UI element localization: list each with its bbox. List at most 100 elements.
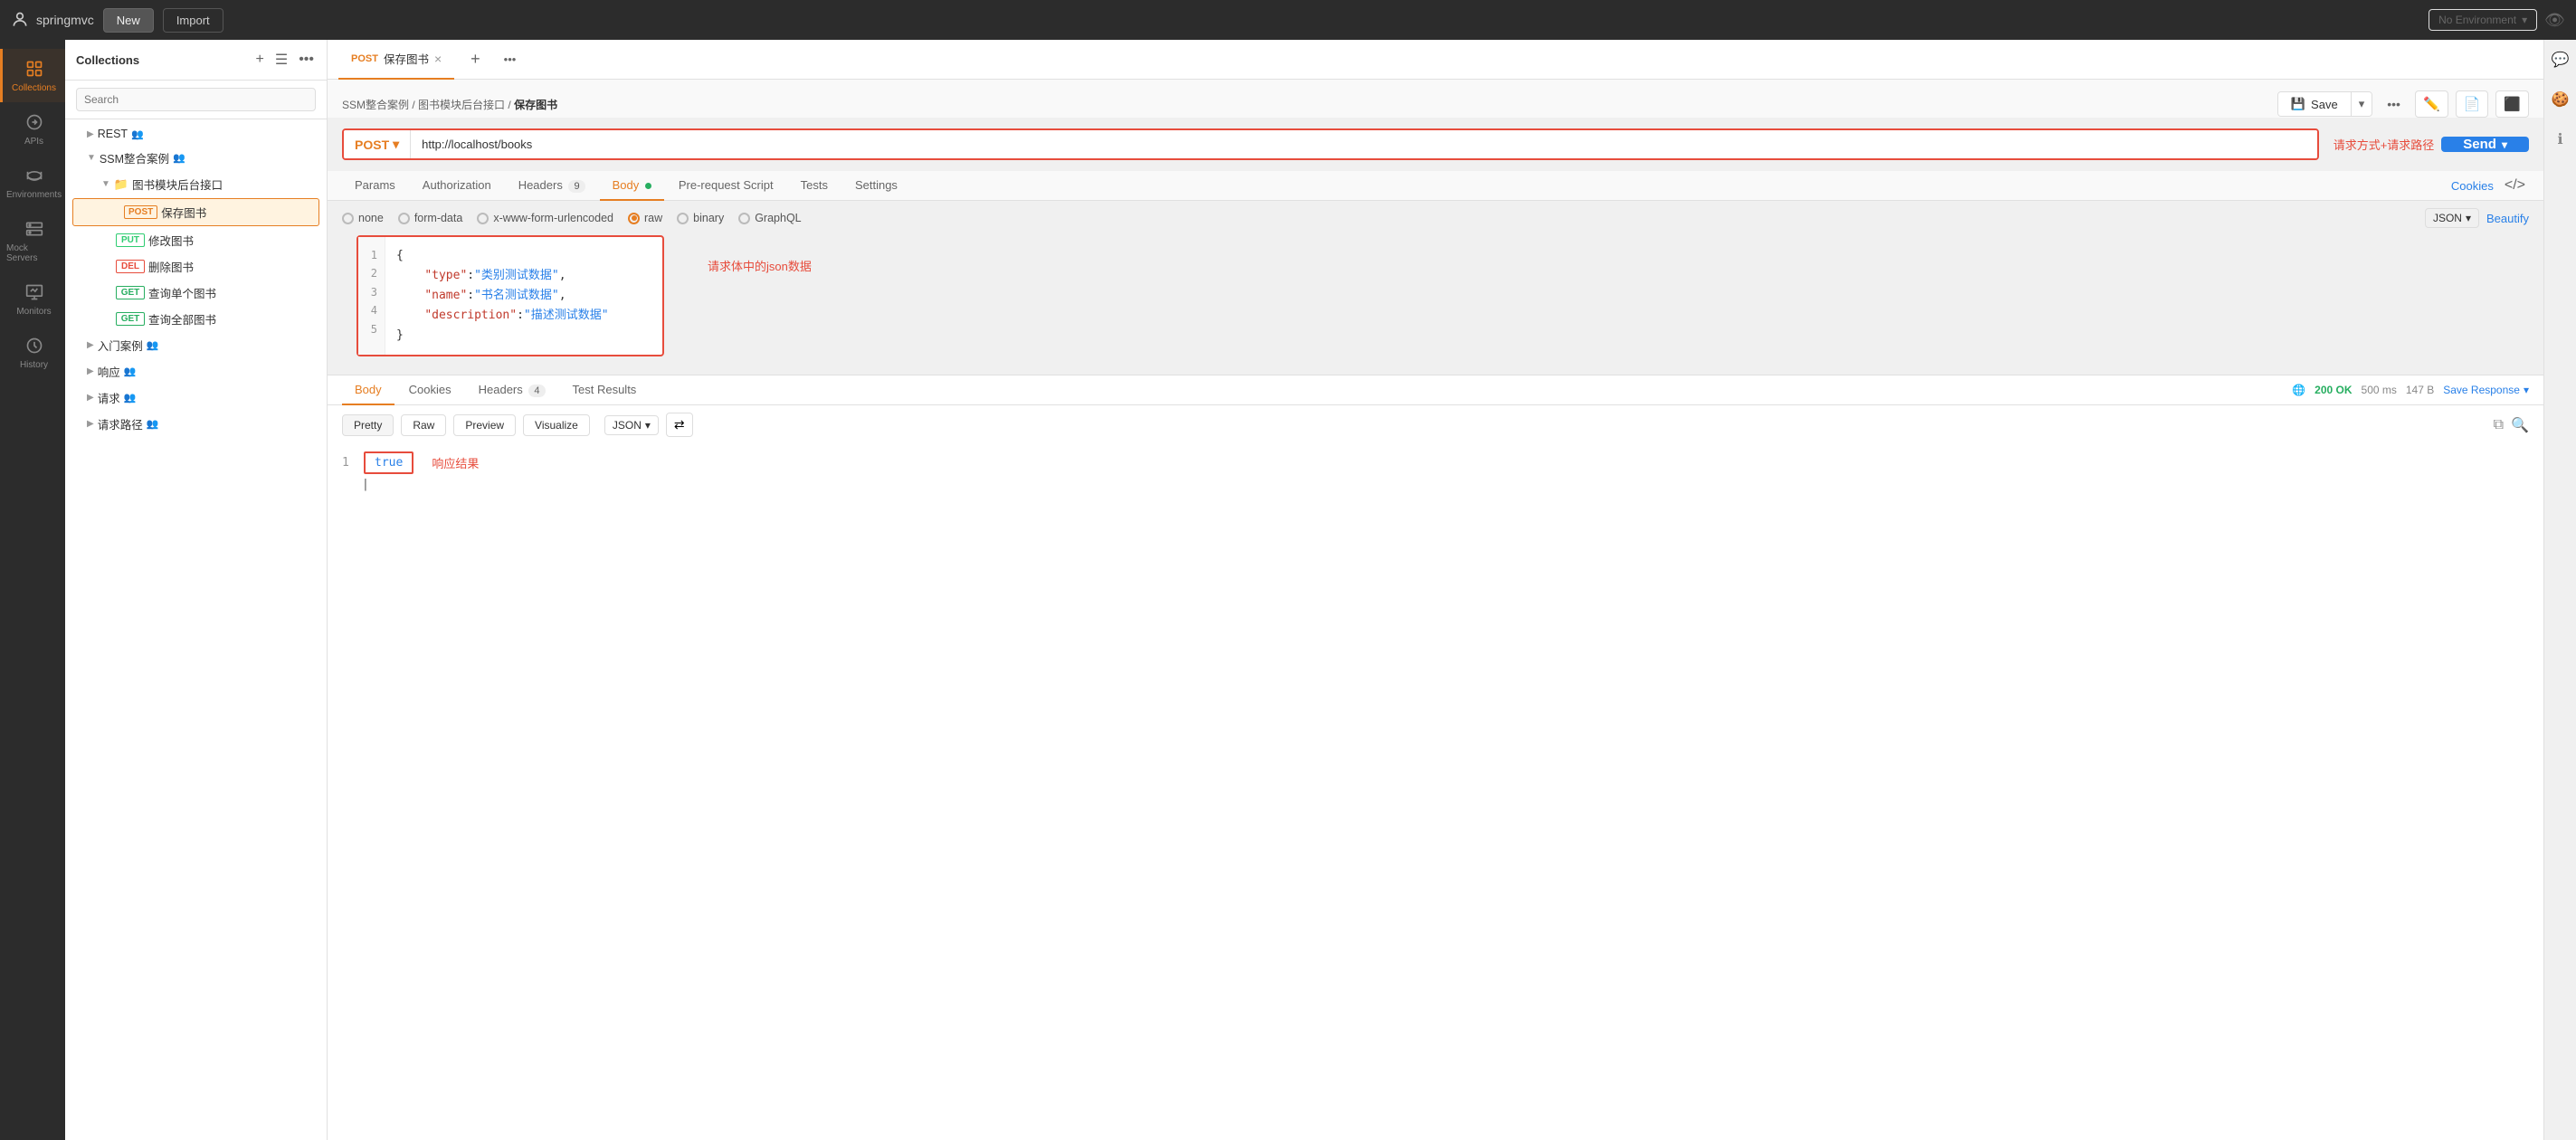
resp-status-area: 🌐 200 OK 500 ms 147 B Save Response ▾ xyxy=(2292,384,2529,396)
sidebar-toggle-icon-button[interactable]: ⬛ xyxy=(2495,90,2529,118)
resp-pretty-btn[interactable]: Pretty xyxy=(342,414,394,436)
resp-json-select[interactable]: JSON ▾ xyxy=(604,415,659,435)
radio-form-data[interactable]: form-data xyxy=(398,212,463,224)
tree-item-get-book[interactable]: GET 查询单个图书 xyxy=(65,280,327,306)
sidebar-nav: Collections APIs Environments Mock Serve… xyxy=(0,40,65,1140)
tree-item-ssm[interactable]: ▼ SSM整合案例 👥 xyxy=(65,145,327,171)
resp-visualize-btn[interactable]: Visualize xyxy=(523,414,590,436)
tree-item-rest[interactable]: ▶ REST 👥 xyxy=(65,123,327,145)
save-button-group: 💾 Save ▾ xyxy=(2277,91,2372,117)
right-cookie-icon[interactable]: 🍪 xyxy=(2548,87,2573,112)
resp-tab-test-results[interactable]: Test Results xyxy=(560,375,650,405)
tab-headers[interactable]: Headers 9 xyxy=(506,171,598,201)
tab-more-icon[interactable]: ••• xyxy=(497,52,524,66)
add-tab-icon[interactable]: + xyxy=(461,50,490,69)
tree-item-request[interactable]: ▶ 请求 👥 xyxy=(65,385,327,411)
code-view-icon[interactable]: </> xyxy=(2501,174,2529,197)
resp-preview-btn[interactable]: Preview xyxy=(453,414,516,436)
tree-item-edit-book[interactable]: PUT 修改图书 xyxy=(65,227,327,253)
collections-panel: Collections + ☰ ••• ▶ REST 👥 ▼ SSM整合案例 xyxy=(65,40,328,1140)
radio-dot-form-data xyxy=(398,213,410,224)
resp-tab-cookies[interactable]: Cookies xyxy=(396,375,464,405)
resp-raw-btn[interactable]: Raw xyxy=(401,414,446,436)
tab-bar: POST 保存图书 × + ••• xyxy=(328,40,2543,80)
save-dropdown-button[interactable]: ▾ xyxy=(2351,92,2372,116)
body-options: none form-data x-www-form-urlencoded raw xyxy=(328,201,2543,235)
radio-url-encoded[interactable]: x-www-form-urlencoded xyxy=(477,212,613,224)
search-input[interactable] xyxy=(76,88,316,111)
sidebar-item-collections[interactable]: Collections xyxy=(0,49,65,102)
method-value: POST xyxy=(355,138,389,152)
tree-item-response[interactable]: ▶ 响应 👥 xyxy=(65,358,327,385)
filter-icon[interactable]: ☰ xyxy=(273,49,290,71)
resp-time: 500 ms xyxy=(2362,384,2397,396)
method-badge-get1: GET xyxy=(116,286,145,299)
resp-tab-headers[interactable]: Headers 4 xyxy=(466,375,558,405)
method-select[interactable]: POST ▾ xyxy=(344,130,411,158)
docs-icon-button[interactable]: 📄 xyxy=(2456,90,2489,118)
cookies-link[interactable]: Cookies xyxy=(2451,179,2494,193)
tree-item-request-path[interactable]: ▶ 请求路径 👥 xyxy=(65,411,327,437)
tree-item-intro[interactable]: ▶ 入门案例 👥 xyxy=(65,332,327,358)
resp-annotation: 响应结果 xyxy=(432,454,479,471)
resp-search-icon[interactable]: 🔍 xyxy=(2511,416,2529,434)
add-collection-icon[interactable]: + xyxy=(254,50,266,70)
code-editor[interactable]: 1 2 3 4 5 { "type":"类别测试数据", "name":"书名测… xyxy=(356,235,664,356)
resp-fmt-right: ⧉ 🔍 xyxy=(2494,416,2529,434)
tab-authorization[interactable]: Authorization xyxy=(410,171,504,201)
radio-none[interactable]: none xyxy=(342,212,384,224)
tab-body[interactable]: Body xyxy=(600,171,664,201)
user-icon xyxy=(11,11,29,29)
eye-icon[interactable]: 👁 xyxy=(2544,11,2565,30)
radio-dot-none xyxy=(342,213,354,224)
body-opts-right: JSON ▾ Beautify xyxy=(2425,208,2529,228)
save-main-button[interactable]: 💾 Save xyxy=(2278,92,2351,116)
send-button[interactable]: Send ▾ xyxy=(2441,137,2529,152)
main-area: POST 保存图书 × + ••• SSM整合案例 / 图书模块后台接口 / xyxy=(328,40,2543,1140)
tree-item-save-book[interactable]: POST 保存图书 xyxy=(72,198,319,226)
radio-raw[interactable]: raw xyxy=(628,212,662,224)
new-button[interactable]: New xyxy=(103,8,154,33)
tab-settings[interactable]: Settings xyxy=(842,171,910,201)
tab-close-icon[interactable]: × xyxy=(434,52,442,66)
sidebar-item-history[interactable]: History xyxy=(0,326,65,379)
beautify-link[interactable]: Beautify xyxy=(2486,212,2529,225)
sidebar-item-monitors[interactable]: Monitors xyxy=(0,272,65,326)
url-bar: POST ▾ xyxy=(342,128,2319,160)
tree-item-get-all-books[interactable]: GET 查询全部图书 xyxy=(65,306,327,332)
resp-copy-icon[interactable]: ⧉ xyxy=(2494,417,2504,433)
radio-graphql[interactable]: GraphQL xyxy=(738,212,801,224)
url-input[interactable] xyxy=(411,130,2317,158)
tab-tests[interactable]: Tests xyxy=(788,171,841,201)
url-annotation: 请求方式+请求路径 xyxy=(2334,136,2435,153)
more-options-icon[interactable]: ••• xyxy=(297,50,316,70)
body-annotation: 请求体中的json数据 xyxy=(708,257,812,274)
response-code: 1 true 响应结果 | xyxy=(328,444,2543,1140)
radio-dot-binary xyxy=(677,213,689,224)
edit-icon-button[interactable]: ✏️ xyxy=(2415,90,2448,118)
sidebar-item-environments[interactable]: Environments xyxy=(0,156,65,209)
method-badge-get2: GET xyxy=(116,312,145,326)
resp-status-code: 200 OK xyxy=(2315,384,2352,396)
code-editor-row: 1 2 3 4 5 { "type":"类别测试数据", "name":"书名测… xyxy=(328,235,2543,371)
right-info-icon[interactable]: ℹ xyxy=(2553,127,2566,152)
save-response-button[interactable]: Save Response ▾ xyxy=(2443,384,2529,396)
tab-params[interactable]: Params xyxy=(342,171,408,201)
sidebar-item-apis[interactable]: APIs xyxy=(0,102,65,156)
json-format-select[interactable]: JSON ▾ xyxy=(2425,208,2479,228)
environment-selector[interactable]: No Environment ▾ xyxy=(2429,9,2537,31)
header-more-icon[interactable]: ••• xyxy=(2380,92,2408,116)
resp-size: 147 B xyxy=(2406,384,2434,396)
sidebar-item-mock-servers[interactable]: Mock Servers xyxy=(0,209,65,272)
radio-binary[interactable]: binary xyxy=(677,212,724,224)
right-chat-icon[interactable]: 💬 xyxy=(2548,47,2573,72)
radio-dot-url-encoded xyxy=(477,213,489,224)
tree-item-books-folder[interactable]: ▼ 📁 图书模块后台接口 xyxy=(65,171,327,197)
resp-wrap-icon[interactable]: ⇄ xyxy=(666,413,693,437)
import-button[interactable]: Import xyxy=(163,8,223,33)
tab-pre-request[interactable]: Pre-request Script xyxy=(666,171,786,201)
tree-item-delete-book[interactable]: DEL 删除图书 xyxy=(65,253,327,280)
method-badge-post: POST xyxy=(124,205,157,219)
active-tab[interactable]: POST 保存图书 × xyxy=(338,40,454,80)
resp-tab-body[interactable]: Body xyxy=(342,375,394,405)
